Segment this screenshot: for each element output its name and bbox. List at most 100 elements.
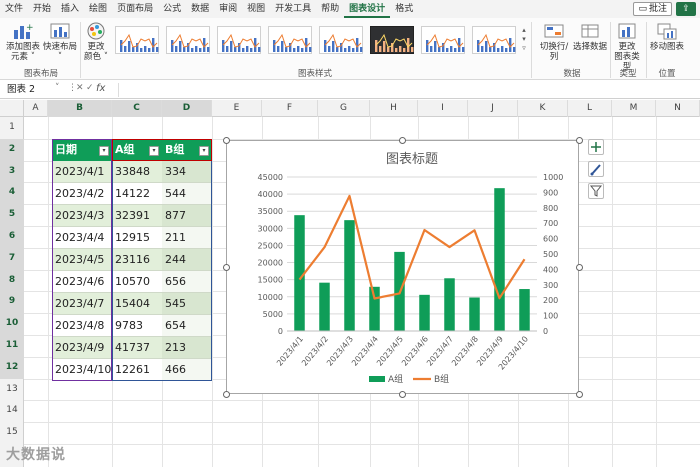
column-header-J[interactable]: J [468,100,518,117]
resize-handle[interactable] [399,391,406,398]
table-cell[interactable]: 32391 [112,205,162,227]
row-header-4[interactable]: 4 [0,182,24,205]
select-data-button[interactable]: 选择数据 [572,22,608,52]
table-cell[interactable]: 877 [162,205,212,227]
table-cell[interactable]: 2023/4/10 [52,359,112,381]
column-header-G[interactable]: G [318,100,370,117]
resize-handle[interactable] [223,137,230,144]
table-cell[interactable]: 545 [162,293,212,315]
tab-3[interactable]: 绘图 [84,0,112,18]
tab-8[interactable]: 视图 [242,0,270,18]
row-header-11[interactable]: 11 [0,335,24,357]
row-header-12[interactable]: 12 [0,356,24,379]
chart-elements-button[interactable] [588,139,604,155]
chart-style-thumb[interactable] [217,26,261,54]
quick-layout-button[interactable]: 快速布局 ˅ [43,22,77,62]
resize-handle[interactable] [576,137,583,144]
share-button[interactable]: ⇪ [676,2,696,16]
chart-area[interactable]: 图表标题 0 5000 10000 15000 20000 25000 30000 35000 4… [226,140,579,394]
tab-2[interactable]: 插入 [56,0,84,18]
confirm-icon[interactable]: ✓ [86,83,94,93]
row-header-13[interactable]: 13 [0,379,24,401]
chart-style-thumb[interactable] [319,26,363,54]
chart-style-thumb[interactable] [421,26,465,54]
tab-7[interactable]: 审阅 [214,0,242,18]
table-cell[interactable]: 466 [162,359,212,381]
select-all-corner[interactable] [0,100,24,117]
chart-style-thumb[interactable] [370,26,414,54]
change-chart-type-button[interactable]: 更改 图表类型 [612,22,642,72]
table-cell[interactable]: 2023/4/2 [52,183,112,205]
row-header-14[interactable]: 14 [0,400,24,422]
table-cell[interactable]: 2023/4/7 [52,293,112,315]
insert-function-button[interactable]: fx [96,83,105,94]
bar-a[interactable] [419,294,430,331]
table-cell[interactable]: 2023/4/8 [52,315,112,337]
chart-style-thumb[interactable] [472,26,516,54]
bar-a[interactable] [469,297,480,331]
table-cell[interactable]: 2023/4/1 [52,161,112,183]
column-header-A[interactable]: A [24,100,48,117]
column-header-N[interactable]: N [656,100,700,117]
chart-styles-button[interactable] [588,161,604,177]
chart-title[interactable]: 图表标题 [386,152,438,167]
bar-a[interactable] [444,278,455,331]
table-cell[interactable]: 2023/4/9 [52,337,112,359]
bar-a[interactable] [494,188,505,331]
table-cell[interactable]: 14122 [112,183,162,205]
column-header-K[interactable]: K [518,100,568,117]
column-header-E[interactable]: E [212,100,262,117]
table-header-cell[interactable]: B组 ▾ [162,139,212,161]
column-header-I[interactable]: I [418,100,468,117]
row-header-7[interactable]: 7 [0,247,24,270]
table-cell[interactable]: 33848 [112,161,162,183]
bar-a[interactable] [519,289,530,331]
row-header-2[interactable]: 2 [0,138,24,161]
formula-input[interactable] [118,83,696,97]
column-header-H[interactable]: H [370,100,418,117]
move-chart-button[interactable]: 移动图表 [649,22,685,52]
column-header-L[interactable]: L [568,100,612,117]
chart-style-thumb[interactable] [166,26,210,54]
filter-dropdown-icon[interactable]: ▾ [149,146,159,156]
table-cell[interactable]: 12261 [112,359,162,381]
chart-style-thumb[interactable] [268,26,312,54]
add-chart-element-button[interactable]: + 添加图表 元素 ˅ [4,22,42,62]
cancel-icon[interactable]: ✕ [76,83,84,93]
column-header-C[interactable]: C [112,100,162,117]
row-header-8[interactable]: 8 [0,269,24,292]
resize-handle[interactable] [576,264,583,271]
bar-a[interactable] [319,282,330,331]
tab-1[interactable]: 开始 [28,0,56,18]
tab-4[interactable]: 页面布局 [112,0,158,18]
chart-filters-button[interactable] [588,183,604,199]
table-cell[interactable]: 544 [162,183,212,205]
row-header-6[interactable]: 6 [0,226,24,248]
tab-0[interactable]: 文件 [0,0,28,18]
column-header-F[interactable]: F [262,100,318,117]
filter-dropdown-icon[interactable]: ▾ [99,146,109,156]
row-header-5[interactable]: 5 [0,204,24,226]
tab-9[interactable]: 开发工具 [270,0,316,18]
table-cell[interactable]: 2023/4/4 [52,227,112,249]
resize-handle[interactable] [223,391,230,398]
column-header-M[interactable]: M [612,100,656,117]
filter-dropdown-icon[interactable]: ▾ [199,146,209,156]
gallery-scroll-arrows[interactable]: ▴ ▾ ▿ [520,26,528,54]
tab-6[interactable]: 数据 [186,0,214,18]
table-cell[interactable]: 656 [162,271,212,293]
resize-handle[interactable] [223,264,230,271]
tab-5[interactable]: 公式 [158,0,186,18]
table-cell[interactable]: 23116 [112,249,162,271]
table-cell[interactable]: 9783 [112,315,162,337]
table-cell[interactable]: 2023/4/5 [52,249,112,271]
table-cell[interactable]: 244 [162,249,212,271]
change-colors-button[interactable]: 更改 颜色 ˅ [82,22,110,62]
table-cell[interactable]: 334 [162,161,212,183]
table-cell[interactable]: 211 [162,227,212,249]
table-header-cell[interactable]: 日期 ▾ [52,139,112,161]
table-cell[interactable]: 12915 [112,227,162,249]
name-box[interactable]: 图表 2 [4,83,62,97]
table-cell[interactable]: 2023/4/6 [52,271,112,293]
tab-10[interactable]: 帮助 [316,0,344,18]
